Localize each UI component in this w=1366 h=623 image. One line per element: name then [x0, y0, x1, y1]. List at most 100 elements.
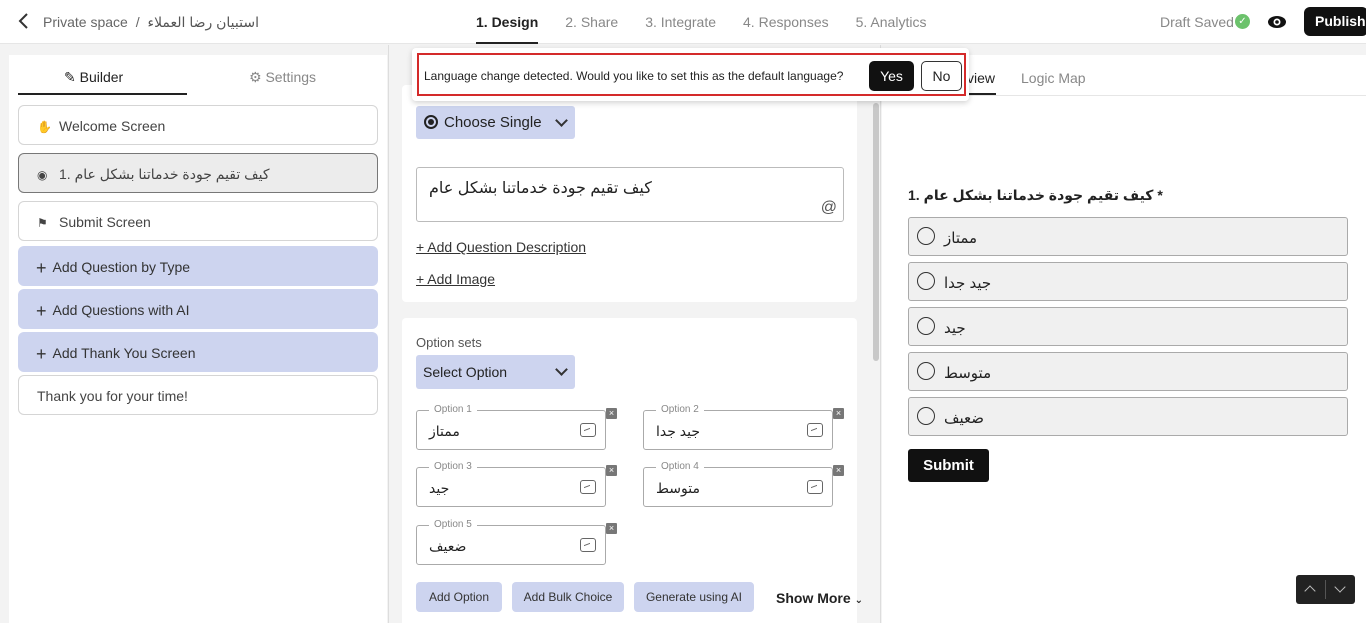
plus-icon: + — [36, 258, 47, 278]
option-label: Option 3 — [429, 461, 477, 472]
editor-scrollbar[interactable] — [873, 103, 879, 361]
preview-option[interactable]: متوسط — [908, 352, 1348, 391]
image-icon[interactable] — [580, 423, 596, 437]
question-text-input[interactable]: كيف تقيم جودة خدماتنا بشكل عام @ — [416, 167, 844, 222]
preview-nav-buttons — [1296, 575, 1355, 604]
tab-share[interactable]: 2. Share — [565, 0, 618, 44]
option-set-select-value: Select Option — [423, 364, 508, 380]
question-card: Choose Single كيف تقيم جودة خدماتنا بشكل… — [402, 85, 857, 302]
tab-design[interactable]: 1. Design — [476, 0, 539, 44]
option-label: Option 1 — [429, 404, 477, 415]
thank-you-screen-label: Thank you for your time! — [37, 388, 188, 404]
preview-submit-button[interactable]: Submit — [908, 449, 989, 482]
flag-icon: ⚑ — [37, 216, 48, 230]
option-field-3[interactable]: Option 3 جيد × — [416, 461, 617, 507]
wave-hand-icon: ✋ — [37, 120, 52, 134]
builder-panel: ✎ Builder ⚙ Settings ✋ Welcome Screen ◉ 1.… — [9, 55, 387, 623]
breadcrumb-separator: / — [135, 14, 140, 30]
preview-panel: view Logic Map 1. كيف تقيم جودة خدماتنا … — [882, 55, 1366, 623]
option-field-5[interactable]: Option 5 ضعيف × — [416, 519, 617, 565]
preview-option-text: جيد جدا — [944, 275, 992, 292]
options-card: Option sets Select Option Option 1 ممتاز… — [402, 318, 863, 623]
top-bar: Private space / استبيان رضا العملاء 1. D… — [0, 0, 1366, 44]
preview-option[interactable]: ممتاز — [908, 217, 1348, 256]
preview-question-title: 1. كيف تقيم جودة خدماتنا بشكل عام * — [908, 187, 1163, 203]
question-type-label: Choose Single — [444, 114, 542, 131]
question-type-dropdown[interactable]: Choose Single — [416, 106, 575, 139]
preview-option[interactable]: جيد جدا — [908, 262, 1348, 301]
chevron-up-icon[interactable] — [1296, 575, 1325, 604]
tab-integrate[interactable]: 3. Integrate — [645, 0, 716, 44]
show-more-label: Show More — [776, 590, 851, 606]
preview-option[interactable]: جيد — [908, 307, 1348, 346]
add-option-button[interactable]: Add Option — [416, 582, 502, 612]
option-label: Option 4 — [656, 461, 704, 472]
remove-option-icon[interactable]: × — [833, 465, 844, 476]
tab-logic-map[interactable]: Logic Map — [1021, 70, 1086, 86]
tab-preview[interactable]: view — [967, 70, 995, 86]
welcome-screen-label: Welcome Screen — [59, 118, 166, 134]
preview-option[interactable]: ضعيف — [908, 397, 1348, 436]
breadcrumb: Private space / استبيان رضا العملاء — [43, 14, 259, 31]
image-icon[interactable] — [807, 480, 823, 494]
popup-message: Language change detected. Would you like… — [424, 69, 844, 83]
option-label: Option 2 — [656, 404, 704, 415]
publish-button[interactable]: Publish — [1304, 7, 1366, 36]
preview-option-text: متوسط — [944, 365, 992, 382]
eye-icon[interactable] — [1267, 12, 1287, 32]
remove-option-icon[interactable]: × — [606, 408, 617, 419]
option-field-1[interactable]: Option 1 ممتاز × — [416, 404, 617, 450]
submit-screen-item[interactable]: ⚑ Submit Screen — [18, 201, 378, 241]
option-value: ضعيف — [429, 538, 467, 554]
add-question-description-link[interactable]: + Add Question Description — [416, 239, 586, 255]
popup-highlight-frame: Language change detected. Would you like… — [417, 53, 966, 96]
option-value: متوسط — [656, 480, 700, 496]
tab-builder[interactable]: ✎ Builder — [64, 69, 123, 86]
question-text-value: كيف تقيم جودة خدماتنا بشكل عام — [429, 180, 652, 197]
draft-status: Draft Saved — [1160, 14, 1234, 30]
welcome-screen-item[interactable]: ✋ Welcome Screen — [18, 105, 378, 145]
chevron-down-icon: ⌄ — [854, 595, 863, 606]
breadcrumb-space[interactable]: Private space — [43, 14, 128, 30]
chevron-down-icon — [555, 114, 568, 127]
add-thank-you-button[interactable]: + Add Thank You Screen — [18, 332, 378, 372]
add-questions-ai-button[interactable]: + Add Questions with AI — [18, 289, 378, 329]
preview-option-text: ضعيف — [944, 410, 985, 427]
radio-circle-icon — [917, 317, 935, 335]
remove-option-icon[interactable]: × — [833, 408, 844, 419]
option-value: جيد جدا — [656, 423, 701, 439]
remove-option-icon[interactable]: × — [606, 523, 617, 534]
active-tab-underline — [18, 93, 187, 95]
image-icon[interactable] — [580, 480, 596, 494]
generate-ai-button[interactable]: Generate using AI — [634, 582, 754, 612]
image-icon[interactable] — [807, 423, 823, 437]
at-mention-icon[interactable]: @ — [821, 199, 837, 217]
yes-button[interactable]: Yes — [869, 61, 914, 91]
chevron-down-icon[interactable] — [1326, 575, 1355, 604]
back-chevron-icon[interactable] — [18, 12, 32, 32]
tab-analytics[interactable]: 5. Analytics — [856, 0, 927, 44]
image-icon[interactable] — [580, 538, 596, 552]
language-change-popup: Language change detected. Would you like… — [412, 48, 969, 101]
add-image-link[interactable]: + Add Image — [416, 271, 495, 287]
remove-option-icon[interactable]: × — [606, 465, 617, 476]
add-bulk-choice-button[interactable]: Add Bulk Choice — [512, 582, 624, 612]
option-set-select[interactable]: Select Option — [416, 355, 575, 389]
tab-settings[interactable]: ⚙ Settings — [249, 69, 316, 86]
radio-icon — [424, 115, 438, 129]
option-field-2[interactable]: Option 2 جيد جدا × — [643, 404, 844, 450]
step-tabs: 1. Design 2. Share 3. Integrate 4. Respo… — [476, 0, 953, 44]
tab-responses[interactable]: 4. Responses — [743, 0, 829, 44]
option-field-4[interactable]: Option 4 متوسط × — [643, 461, 844, 507]
radio-circle-icon — [917, 362, 935, 380]
thank-you-screen-item[interactable]: Thank you for your time! — [18, 375, 378, 415]
tab-builder-label: Builder — [79, 69, 124, 85]
breadcrumb-form-name[interactable]: استبيان رضا العملاء — [148, 14, 259, 30]
no-button[interactable]: No — [921, 61, 962, 91]
add-question-by-type-label: Add Question by Type — [52, 259, 191, 275]
option-label: Option 5 — [429, 519, 477, 530]
question-item-1[interactable]: ◉ 1. كيف تقيم جودة خدماتنا بشكل عام — [18, 153, 378, 193]
add-question-by-type-button[interactable]: + Add Question by Type — [18, 246, 378, 286]
show-more-button[interactable]: Show More ⌄ — [776, 590, 863, 606]
radio-circle-icon — [917, 272, 935, 290]
